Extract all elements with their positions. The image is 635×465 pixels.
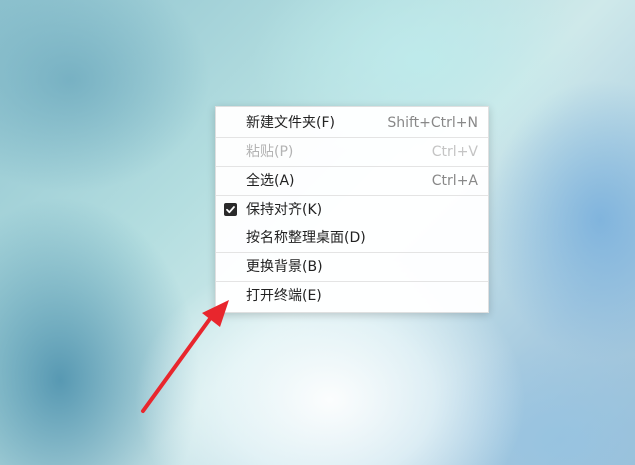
red-arrow-icon [141, 300, 229, 413]
arrow-shaft [141, 314, 214, 413]
